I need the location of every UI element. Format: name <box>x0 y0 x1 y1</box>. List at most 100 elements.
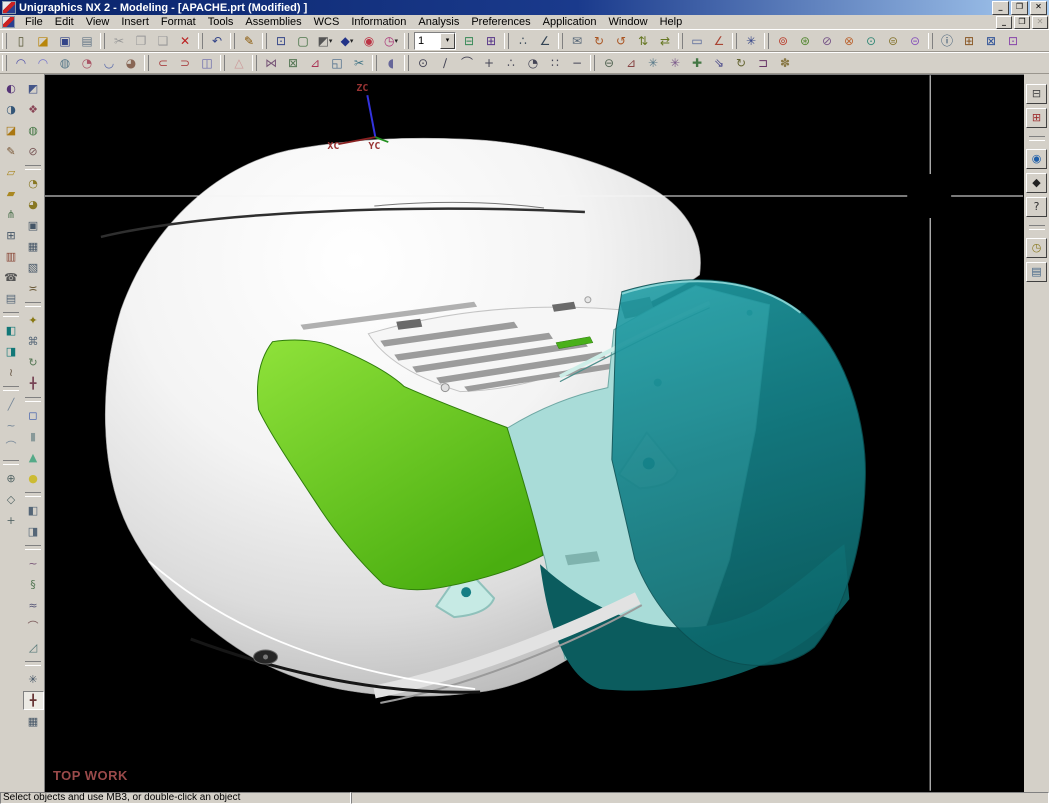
eraser-icon[interactable]: ⊘ <box>23 142 44 161</box>
revolve-icon[interactable]: ↻ <box>730 53 752 73</box>
print-icon[interactable]: ▤ <box>76 31 98 51</box>
move-component-icon[interactable]: ↺ <box>610 31 632 51</box>
paste-icon[interactable]: ❑ <box>152 31 174 51</box>
help-icon[interactable]: ? <box>1026 197 1047 217</box>
arc-tool-icon[interactable]: ⌒ <box>1 437 22 456</box>
dropdown-arrow-icon[interactable]: ▾ <box>394 32 398 50</box>
visualization-icon[interactable]: ◆ <box>1026 173 1047 193</box>
print-preview-icon[interactable]: ▤ <box>1 289 22 308</box>
snap-quadrant-icon[interactable]: ◔ <box>522 53 544 73</box>
datum-axis-icon[interactable]: ✳ <box>642 53 664 73</box>
spline-tool-icon[interactable]: ~ <box>1 416 22 435</box>
stamp-icon[interactable]: ≍ <box>23 279 44 298</box>
extrude-icon[interactable]: ⇘ <box>708 53 730 73</box>
information-window-icon[interactable]: ⓘ <box>936 31 958 51</box>
child-minimize-button[interactable]: _ <box>996 16 1012 29</box>
snap-point-on-curve-icon[interactable]: − <box>566 53 588 73</box>
n-sided-surface-icon[interactable]: ◕ <box>120 53 142 73</box>
delay-long-icon[interactable]: ◕ <box>23 195 44 214</box>
through-curve-mesh-icon[interactable]: ◍ <box>54 53 76 73</box>
cone-primitive-icon[interactable]: ▲ <box>23 448 44 467</box>
trim-sheet-icon[interactable]: ⋈ <box>260 53 282 73</box>
menu-analysis[interactable]: Analysis <box>412 15 465 29</box>
delay-short-icon[interactable]: ◔ <box>23 174 44 193</box>
teal-folder-icon[interactable]: ◧ <box>1 321 22 340</box>
snap-end-point-icon[interactable]: ∕ <box>434 53 456 73</box>
measure-distance-icon[interactable]: ▭ <box>686 31 708 51</box>
simplify-body-icon[interactable]: ⊝ <box>904 31 926 51</box>
snap-existing-point-icon[interactable]: ∷ <box>544 53 566 73</box>
teal-folder-up-icon[interactable]: ◨ <box>1 342 22 361</box>
high-quality-image-icon[interactable]: ✎ <box>238 31 260 51</box>
snap-intersection-icon[interactable]: + <box>478 53 500 73</box>
law-curve-icon[interactable]: ≈ <box>23 596 44 615</box>
wireframe-tool-icon[interactable]: ≀ <box>1 363 22 382</box>
untrim-icon[interactable]: ⊠ <box>282 53 304 73</box>
face-blend-icon[interactable]: ◖ <box>380 53 402 73</box>
section-surface-icon[interactable]: ◡ <box>98 53 120 73</box>
block-primitive-icon[interactable]: ◻ <box>23 406 44 425</box>
assembly-navigator-icon[interactable]: ⊟ <box>1026 84 1047 104</box>
open-part-icon[interactable]: ◪ <box>32 31 54 51</box>
snip-surface-icon[interactable]: ✂ <box>348 53 370 73</box>
line-tool-icon[interactable]: ╱ <box>1 395 22 414</box>
new-part-icon[interactable]: ▯ <box>10 31 32 51</box>
latitude-point-icon[interactable]: ⊖ <box>598 53 620 73</box>
snap-inferred-point-icon[interactable]: ⊙ <box>412 53 434 73</box>
work-layer-combo[interactable]: 1 ▾ <box>414 32 456 50</box>
sketch-icon[interactable]: ✽ <box>774 53 796 73</box>
snap-target-icon[interactable]: ╋ <box>23 691 44 710</box>
trim-body-icon[interactable]: ◧ <box>23 501 44 520</box>
measure-angle-icon[interactable]: ∠ <box>708 31 730 51</box>
join-face-icon[interactable]: ⊿ <box>304 53 326 73</box>
snap-angle-icon[interactable]: ∠ <box>534 31 556 51</box>
sphere-primitive-icon[interactable]: ● <box>23 469 44 488</box>
extension-surface-icon[interactable]: ⊃ <box>174 53 196 73</box>
snap-arc-center-icon[interactable]: ∴ <box>500 53 522 73</box>
point-set-icon[interactable]: ✚ <box>686 53 708 73</box>
wave-linker-icon[interactable]: ⊚ <box>772 31 794 51</box>
import-assembly-icon[interactable]: ⊡ <box>1002 31 1024 51</box>
grid-icon[interactable]: ▦ <box>23 712 44 731</box>
menu-file[interactable]: File <box>19 15 49 29</box>
part-navigator-icon[interactable]: ⊞ <box>1026 108 1047 128</box>
new-folder-icon[interactable]: ▱ <box>1 163 22 182</box>
extract-geometry-icon[interactable]: ⊛ <box>794 31 816 51</box>
sew-icon[interactable]: ⊜ <box>882 31 904 51</box>
layer-settings-icon[interactable]: ⊟ <box>458 31 480 51</box>
bounded-plane-icon[interactable]: △ <box>228 53 250 73</box>
tube-icon[interactable]: ⊐ <box>752 53 774 73</box>
dropdown-arrow-icon[interactable]: ▾ <box>350 32 354 50</box>
instance-feature-icon[interactable]: ⊘ <box>816 31 838 51</box>
datum-plane-icon[interactable]: ⊿ <box>620 53 642 73</box>
diamond-tool-icon[interactable]: ◇ <box>1 490 22 509</box>
child-restore-button[interactable]: ❐ <box>1014 16 1030 29</box>
export-icon[interactable]: ✉ <box>566 31 588 51</box>
chamfer-curve-icon[interactable]: ◿ <box>23 638 44 657</box>
export-assembly-icon[interactable]: ⊠ <box>980 31 1002 51</box>
web-browser-icon[interactable]: ◉ <box>1026 149 1047 169</box>
replace-component-icon[interactable]: ⇅ <box>632 31 654 51</box>
phone-icon[interactable]: ☎ <box>1 268 22 287</box>
datum-csys-icon[interactable]: ✳ <box>664 53 686 73</box>
graphics-viewport[interactable]: ZC XC YC TOP WORK <box>44 74 1024 792</box>
offset-surface-icon[interactable]: ⊂ <box>152 53 174 73</box>
rotate-view-icon[interactable]: ↻ <box>23 353 44 372</box>
keypad-icon[interactable]: ⊞ <box>1 226 22 245</box>
menu-tools[interactable]: Tools <box>202 15 240 29</box>
cylinder-primitive-icon[interactable]: ▮ <box>23 427 44 446</box>
layers-badge-icon[interactable]: ▧ <box>23 258 44 277</box>
key-icon[interactable]: ✦ <box>23 311 44 330</box>
delete-icon[interactable]: ✕ <box>174 31 196 51</box>
csys-star-icon[interactable]: ✳ <box>23 670 44 689</box>
menu-preferences[interactable]: Preferences <box>465 15 536 29</box>
save-part-icon[interactable]: ▣ <box>54 31 76 51</box>
reposition-component-icon[interactable]: ↻ <box>588 31 610 51</box>
target-point-icon[interactable]: ⊕ <box>1 469 22 488</box>
quick-view-icon[interactable]: ◷▾ <box>380 31 402 51</box>
part-families-icon[interactable]: ⊞ <box>958 31 980 51</box>
pattern-component-icon[interactable]: ⇄ <box>654 31 676 51</box>
fit-view-icon[interactable]: ⊡ <box>270 31 292 51</box>
chevron-down-icon[interactable]: ▾ <box>440 33 455 49</box>
wcs-orient-icon[interactable]: ◍ <box>23 121 44 140</box>
